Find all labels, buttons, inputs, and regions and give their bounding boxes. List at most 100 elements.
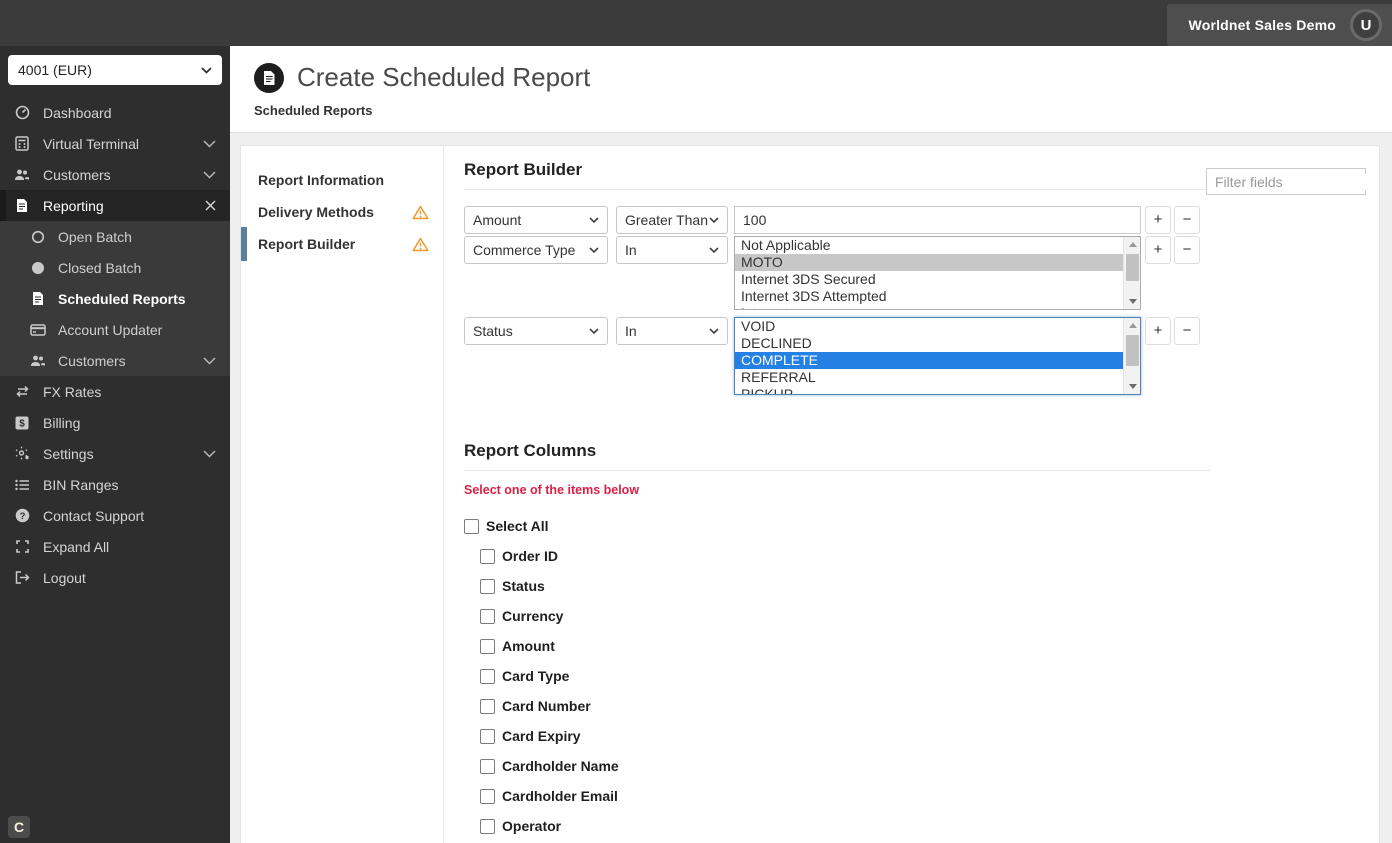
listbox-option[interactable]: VOID: [735, 318, 1140, 335]
column-checkbox[interactable]: [480, 728, 495, 744]
tab-report-builder[interactable]: Report Builder: [241, 227, 443, 261]
column-row-currency[interactable]: Currency: [480, 601, 1379, 631]
merchant-selector[interactable]: 4001 (EUR): [8, 55, 222, 85]
sidebar-item-customers-sub[interactable]: Customers: [0, 345, 230, 376]
sidebar-item-closed-batch[interactable]: Closed Batch: [0, 252, 230, 283]
column-checkbox[interactable]: [480, 668, 495, 684]
field-select[interactable]: Status: [464, 317, 608, 345]
sidebar-item-fx-rates[interactable]: FX Rates: [0, 376, 230, 407]
sidebar-item-dashboard[interactable]: Dashboard: [0, 97, 230, 128]
sidebar-item-open-batch[interactable]: Open Batch: [0, 221, 230, 252]
field-select[interactable]: Commerce Type: [464, 236, 608, 264]
listbox-option[interactable]: DECLINED: [735, 335, 1140, 352]
chevron-down-icon: [709, 247, 719, 253]
field-select[interactable]: Amount: [464, 206, 608, 234]
select-all-row[interactable]: Select All: [464, 511, 1379, 541]
listbox-option[interactable]: Internet 3DS Attempted: [735, 288, 1140, 305]
filter-fields-input[interactable]: [1215, 173, 1379, 190]
scroll-down-arrow[interactable]: [1124, 294, 1140, 309]
scroll-up-arrow[interactable]: [1124, 318, 1140, 333]
sidebar-item-reporting[interactable]: Reporting: [0, 190, 230, 221]
remove-filter-button[interactable]: −: [1174, 206, 1200, 234]
operator-select-value: In: [625, 242, 637, 258]
sidebar-item-customers[interactable]: Customers: [0, 159, 230, 190]
status-listbox[interactable]: VOID DECLINED COMPLETE REFERRAL PICKUP: [734, 317, 1141, 395]
operator-select[interactable]: Greater Than: [616, 206, 728, 234]
user-avatar[interactable]: U: [1350, 9, 1382, 41]
column-row-cardholder-name[interactable]: Cardholder Name: [480, 751, 1379, 781]
tab-delivery-methods[interactable]: Delivery Methods: [241, 196, 443, 228]
column-checkbox[interactable]: [480, 638, 495, 654]
sidebar-item-label: Customers: [43, 166, 111, 183]
listbox-scrollbar[interactable]: [1123, 318, 1140, 394]
chevron-down-icon: [709, 328, 719, 334]
sidebar-item-contact-support[interactable]: ? Contact Support: [0, 500, 230, 531]
listbox-option[interactable]: Not Applicable: [735, 237, 1140, 254]
listbox-option-selected[interactable]: MOTO: [735, 254, 1140, 271]
remove-filter-button[interactable]: −: [1174, 317, 1200, 345]
sidebar-item-billing[interactable]: $ Billing: [0, 407, 230, 438]
column-checkbox[interactable]: [480, 608, 495, 624]
sidebar-item-expand-all[interactable]: Expand All: [0, 531, 230, 562]
sidebar-item-virtual-terminal[interactable]: Virtual Terminal: [0, 128, 230, 159]
sidebar-item-logout[interactable]: Logout: [0, 562, 230, 593]
column-row-status[interactable]: Status: [480, 571, 1379, 601]
select-all-checkbox[interactable]: [464, 518, 479, 534]
add-filter-button[interactable]: +: [1145, 206, 1171, 234]
column-row-card-type[interactable]: Card Type: [480, 661, 1379, 691]
column-row-amount[interactable]: Amount: [480, 631, 1379, 661]
sidebar-item-account-updater[interactable]: Account Updater: [0, 314, 230, 345]
sidebar-item-label: Open Batch: [58, 228, 132, 245]
listbox-option[interactable]: REFERRAL: [735, 369, 1140, 386]
chevron-down-icon: [203, 140, 216, 148]
checkbox-label: Cardholder Email: [502, 788, 618, 804]
listbox-option[interactable]: PICKUP: [735, 386, 1140, 394]
warning-icon: [412, 205, 429, 220]
scroll-thumb[interactable]: [1126, 335, 1139, 366]
listbox-option[interactable]: Internet: [735, 305, 1140, 309]
add-filter-button[interactable]: +: [1145, 317, 1171, 345]
add-filter-button[interactable]: +: [1145, 236, 1171, 264]
scheduled-reports-icon: [30, 291, 46, 306]
customers-icon: [30, 354, 46, 367]
commerce-type-listbox[interactable]: Not Applicable MOTO Internet 3DS Secured…: [734, 236, 1141, 310]
scroll-up-arrow[interactable]: [1124, 237, 1140, 252]
column-checkbox[interactable]: [480, 698, 495, 714]
tab-report-information[interactable]: Report Information: [241, 164, 443, 196]
column-row-operator[interactable]: Operator: [480, 811, 1379, 841]
column-checkbox[interactable]: [480, 548, 495, 564]
column-checkbox[interactable]: [480, 758, 495, 774]
column-checkbox[interactable]: [480, 788, 495, 804]
column-row-card-number[interactable]: Card Number: [480, 691, 1379, 721]
breadcrumb[interactable]: Scheduled Reports: [230, 93, 1392, 118]
remove-filter-button[interactable]: −: [1174, 236, 1200, 264]
scroll-down-arrow[interactable]: [1124, 379, 1140, 394]
amount-value-input[interactable]: [734, 206, 1141, 234]
column-row-card-expiry[interactable]: Card Expiry: [480, 721, 1379, 751]
filter-fields-box[interactable]: [1206, 168, 1379, 195]
checkbox-label: Card Number: [502, 698, 591, 714]
sidebar-item-settings[interactable]: Settings: [0, 438, 230, 469]
close-icon[interactable]: [205, 200, 216, 211]
listbox-option-selected[interactable]: COMPLETE: [735, 352, 1140, 369]
listbox-option[interactable]: Internet 3DS Secured: [735, 271, 1140, 288]
listbox-scrollbar[interactable]: [1123, 237, 1140, 309]
account-chip[interactable]: Worldnet Sales Demo U: [1166, 4, 1392, 46]
chevron-down-icon: [201, 66, 212, 74]
sidebar-item-scheduled-reports[interactable]: Scheduled Reports: [0, 283, 230, 314]
operator-select[interactable]: In: [616, 317, 728, 345]
sidebar-item-label: Billing: [43, 414, 81, 431]
column-checkbox[interactable]: [480, 818, 495, 834]
column-checkbox[interactable]: [480, 578, 495, 594]
validation-message: Select one of the items below: [464, 483, 640, 497]
scroll-thumb[interactable]: [1126, 254, 1139, 281]
sidebar-item-label: Customers: [58, 352, 126, 369]
column-row-order-id[interactable]: Order ID: [480, 541, 1379, 571]
tab-label: Delivery Methods: [258, 204, 374, 220]
column-row-cardholder-email[interactable]: Cardholder Email: [480, 781, 1379, 811]
report-page-icon: [254, 62, 284, 93]
sidebar-item-bin-ranges[interactable]: BIN Ranges: [0, 469, 230, 500]
operator-select[interactable]: In: [616, 236, 728, 264]
chevron-down-icon: [589, 247, 599, 253]
cobrowse-badge[interactable]: C: [8, 816, 30, 838]
